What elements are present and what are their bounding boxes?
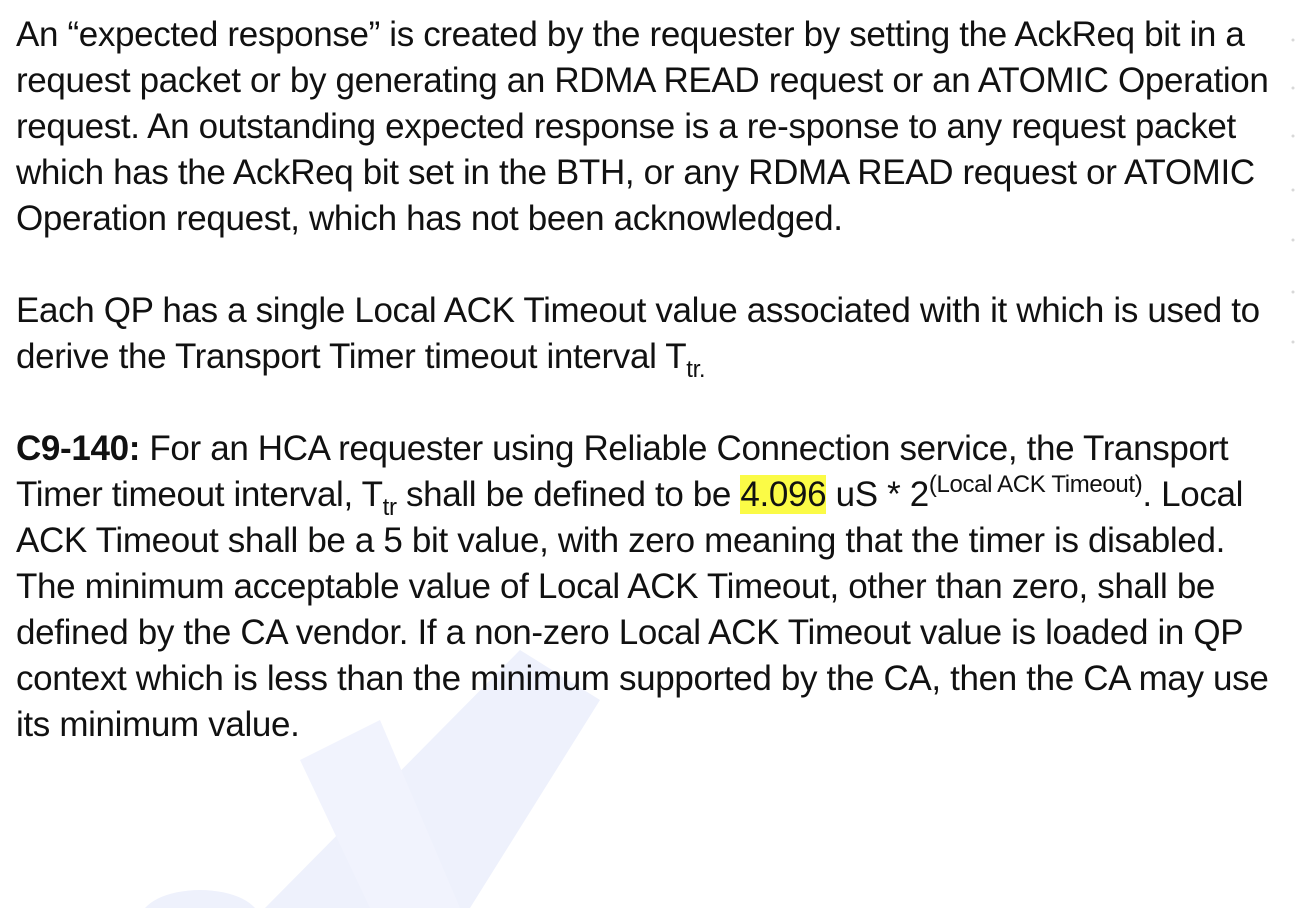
document-body: An “expected response” is created by the… (16, 12, 1278, 748)
subscript-tr: tr (382, 494, 397, 521)
requirement-text-4: . Local ACK Timeout shall be a 5 bit val… (16, 475, 1269, 744)
requirement-id: C9-140: (16, 429, 140, 468)
paragraph-expected-response: An “expected response” is created by the… (16, 12, 1278, 242)
requirement-text-3: uS * 2 (826, 475, 930, 514)
paragraph-expected-response-text: An “expected response” is created by the… (16, 15, 1269, 238)
highlighted-value: 4.096 (740, 475, 827, 514)
paragraph-local-ack-timeout-text: Each QP has a single Local ACK Timeout v… (16, 291, 1260, 376)
requirement-text-2: shall be defined to be (396, 475, 741, 514)
requirement-c9-140: C9-140: For an HCA requester using Relia… (16, 426, 1278, 748)
paragraph-local-ack-timeout: Each QP has a single Local ACK Timeout v… (16, 288, 1278, 383)
superscript-exponent: (Local ACK Timeout) (928, 471, 1143, 498)
margin-marks (1291, 38, 1295, 344)
subscript-tr: tr. (686, 356, 706, 383)
